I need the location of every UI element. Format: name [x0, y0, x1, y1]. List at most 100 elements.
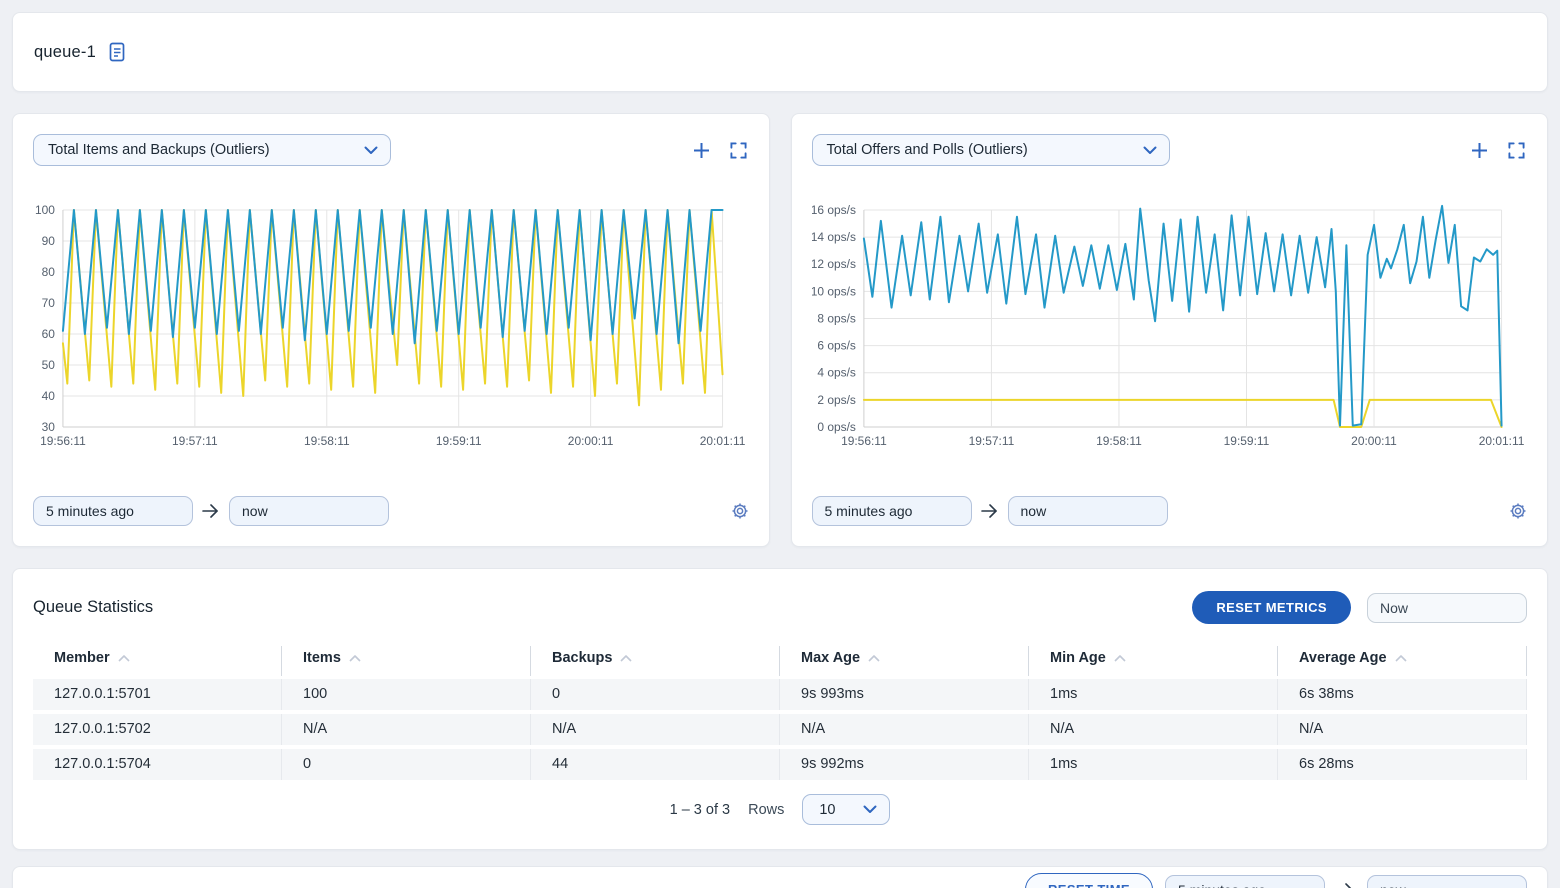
- svg-text:30: 30: [42, 420, 56, 434]
- svg-text:20:00:11: 20:00:11: [568, 434, 614, 448]
- sort-icon: [868, 655, 880, 662]
- fullscreen-button[interactable]: [728, 140, 749, 161]
- column-header-member[interactable]: Member: [33, 646, 282, 676]
- line-chart-items-backups[interactable]: 3040506070809010019:56:1119:57:1119:58:1…: [33, 192, 749, 450]
- svg-text:16 ops/s: 16 ops/s: [812, 203, 856, 217]
- chevron-down-icon: [364, 146, 378, 155]
- column-header-items[interactable]: Items: [282, 646, 531, 676]
- table-cell: 9s 992ms: [780, 749, 1029, 780]
- svg-text:20:00:11: 20:00:11: [1351, 434, 1397, 448]
- chart-time-range: [812, 496, 1528, 526]
- plus-icon: [1471, 142, 1488, 159]
- svg-text:2 ops/s: 2 ops/s: [817, 393, 856, 407]
- queue-title-card: queue-1: [12, 12, 1548, 92]
- svg-text:40: 40: [42, 389, 56, 403]
- column-header-min-age[interactable]: Min Age: [1029, 646, 1278, 676]
- column-header-average-age[interactable]: Average Age: [1278, 646, 1527, 676]
- queue-statistics-panel: Queue Statistics RESET METRICS Member Ite…: [12, 568, 1548, 850]
- document-icon[interactable]: [108, 42, 127, 63]
- add-chart-button[interactable]: [1469, 140, 1490, 161]
- table-cell: N/A: [531, 714, 780, 745]
- chart-header: Total Items and Backups (Outliers): [33, 134, 749, 166]
- column-header-label: Max Age: [801, 650, 860, 666]
- metric-selector-dropdown[interactable]: Total Items and Backups (Outliers): [33, 134, 391, 166]
- offers-polls-chart-panel: Total Offers and Polls (Outliers): [791, 113, 1549, 547]
- rows-per-page-dropdown[interactable]: 10: [802, 794, 890, 825]
- reset-time-button[interactable]: RESET TIME: [1025, 873, 1153, 888]
- svg-text:20:01:11: 20:01:11: [700, 434, 746, 448]
- arrow-right-icon: [981, 503, 999, 519]
- sort-icon: [118, 655, 130, 662]
- sort-icon: [1395, 655, 1407, 662]
- column-header-label: Member: [54, 650, 110, 666]
- chart-settings-button[interactable]: [1509, 502, 1527, 520]
- metric-selector-value: Total Items and Backups (Outliers): [48, 142, 364, 158]
- svg-text:19:59:11: 19:59:11: [436, 434, 482, 448]
- chart-header: Total Offers and Polls (Outliers): [812, 134, 1528, 166]
- svg-text:70: 70: [42, 296, 56, 310]
- fullscreen-button[interactable]: [1506, 140, 1527, 161]
- table-row[interactable]: 127.0.0.1:57040449s 992ms1ms6s 28ms: [33, 749, 1527, 780]
- table-pagination: 1 – 3 of 3 Rows 10: [13, 794, 1547, 825]
- svg-text:19:56:11: 19:56:11: [40, 434, 86, 448]
- table-row[interactable]: 127.0.0.1:570110009s 993ms1ms6s 38ms: [33, 679, 1527, 710]
- queue-statistics-table: Member Items Backups Max Age Min Age Average …: [33, 646, 1527, 780]
- svg-text:19:56:11: 19:56:11: [841, 434, 887, 448]
- svg-text:80: 80: [42, 265, 56, 279]
- svg-text:0 ops/s: 0 ops/s: [817, 420, 856, 434]
- expand-icon: [1508, 142, 1525, 159]
- rows-per-page-label: Rows: [748, 802, 784, 818]
- time-from-input[interactable]: [33, 496, 193, 526]
- sort-icon: [349, 655, 361, 662]
- chart-time-range: [33, 496, 749, 526]
- table-cell: 0: [531, 679, 780, 710]
- add-chart-button[interactable]: [691, 140, 712, 161]
- metric-selector-dropdown[interactable]: Total Offers and Polls (Outliers): [812, 134, 1170, 166]
- arrow-right-icon: [202, 503, 220, 519]
- rows-per-page-value: 10: [819, 802, 863, 818]
- page-title: queue-1: [34, 43, 96, 62]
- table-cell: 100: [282, 679, 531, 710]
- table-row[interactable]: 127.0.0.1:5702N/AN/AN/AN/AN/A: [33, 714, 1527, 745]
- expand-icon: [730, 142, 747, 159]
- column-header-label: Backups: [552, 650, 612, 666]
- metrics-time-input[interactable]: [1367, 593, 1527, 623]
- column-header-backups[interactable]: Backups: [531, 646, 780, 676]
- svg-text:20:01:11: 20:01:11: [1478, 434, 1524, 448]
- table-cell: 1ms: [1029, 679, 1278, 710]
- table-cell: 1ms: [1029, 749, 1278, 780]
- section-title: Queue Statistics: [33, 598, 1176, 617]
- table-body: 127.0.0.1:570110009s 993ms1ms6s 38ms127.…: [33, 679, 1527, 780]
- table-cell: 9s 993ms: [780, 679, 1029, 710]
- table-cell: 127.0.0.1:5702: [33, 714, 282, 745]
- time-to-input[interactable]: [229, 496, 389, 526]
- table-cell: N/A: [282, 714, 531, 745]
- reset-metrics-button[interactable]: RESET METRICS: [1192, 591, 1351, 624]
- sort-icon: [1114, 655, 1126, 662]
- svg-text:6 ops/s: 6 ops/s: [817, 339, 856, 353]
- arrow-right-icon: [1337, 882, 1355, 888]
- charts-row: Total Items and Backups (Outliers): [12, 113, 1548, 547]
- table-cell: N/A: [780, 714, 1029, 745]
- svg-text:50: 50: [42, 358, 56, 372]
- column-header-label: Items: [303, 650, 341, 666]
- column-header-label: Average Age: [1299, 650, 1387, 666]
- metric-selector-value: Total Offers and Polls (Outliers): [827, 142, 1143, 158]
- svg-text:10 ops/s: 10 ops/s: [812, 284, 856, 298]
- svg-text:100: 100: [35, 203, 55, 217]
- time-to-input[interactable]: [1008, 496, 1168, 526]
- chart-settings-button[interactable]: [731, 502, 749, 520]
- svg-text:19:59:11: 19:59:11: [1223, 434, 1269, 448]
- column-header-max-age[interactable]: Max Age: [780, 646, 1029, 676]
- column-header-label: Min Age: [1050, 650, 1106, 666]
- line-chart-offers-polls[interactable]: 0 ops/s2 ops/s4 ops/s6 ops/s8 ops/s10 op…: [812, 192, 1528, 450]
- table-cell: 6s 28ms: [1278, 749, 1527, 780]
- table-cell: 127.0.0.1:5704: [33, 749, 282, 780]
- table-cell: 6s 38ms: [1278, 679, 1527, 710]
- svg-text:14 ops/s: 14 ops/s: [812, 230, 856, 244]
- table-cell: 127.0.0.1:5701: [33, 679, 282, 710]
- time-to-input[interactable]: [1367, 875, 1527, 888]
- svg-text:19:58:11: 19:58:11: [1096, 434, 1142, 448]
- time-from-input[interactable]: [812, 496, 972, 526]
- time-from-input[interactable]: [1165, 875, 1325, 888]
